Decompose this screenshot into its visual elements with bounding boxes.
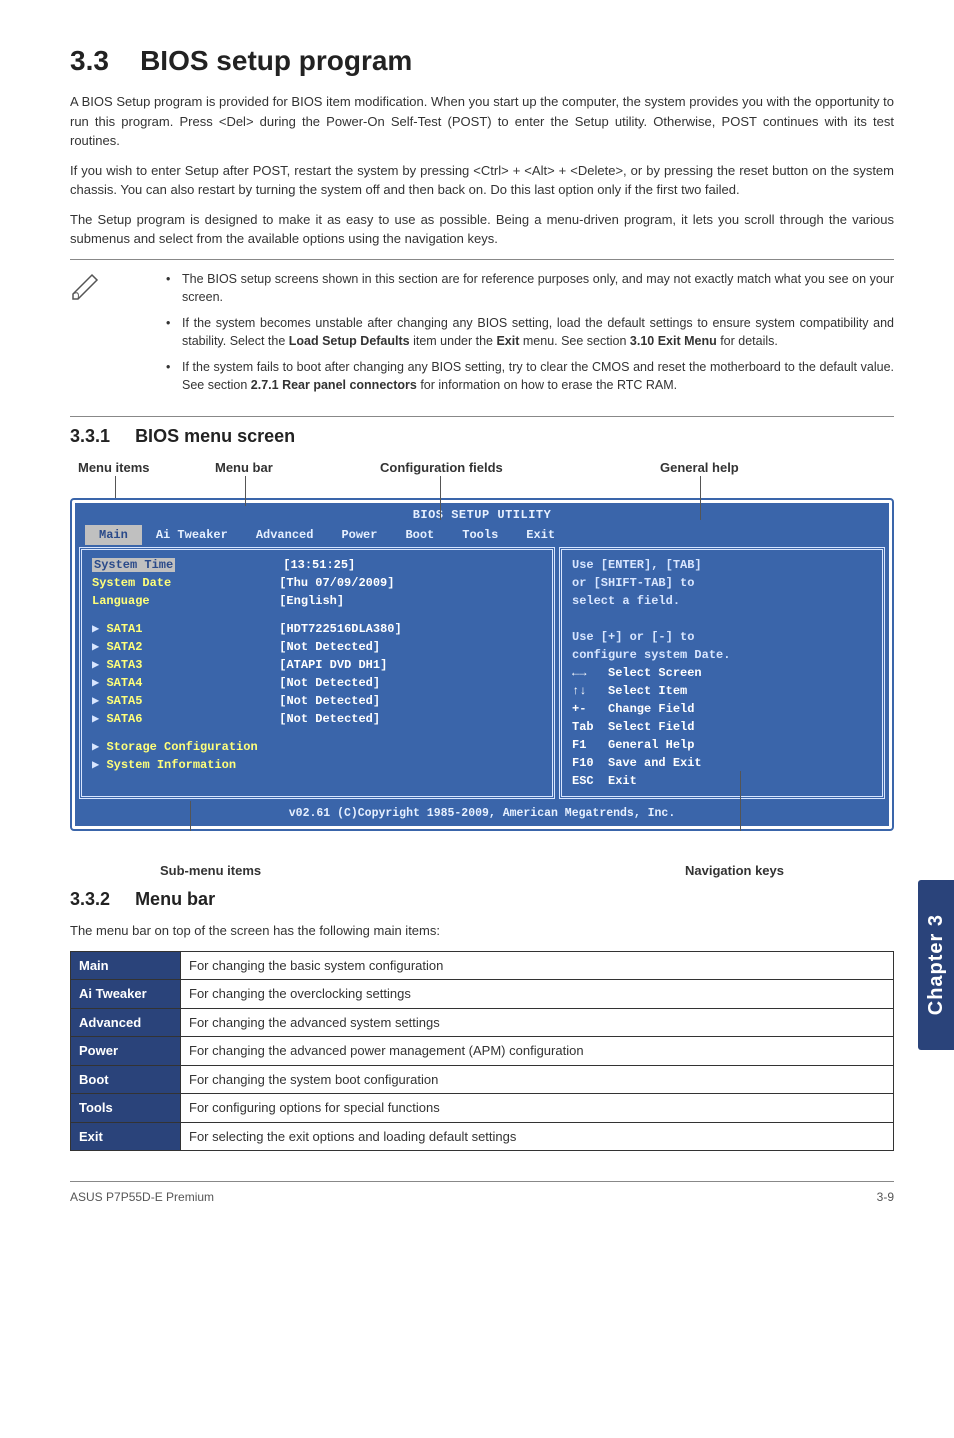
bios-item-sata3: ▶ SATA3 [ATAPI DVD DH1]: [92, 656, 542, 674]
bios-item-sata1: ▶ SATA1 [HDT722516DLA380]: [92, 620, 542, 638]
subsection-3-3-1: 3.3.1 BIOS menu screen: [70, 423, 894, 450]
bios-item-storage-configuration: ▶ Storage Configuration: [92, 738, 542, 756]
note-box: The BIOS setup screens shown in this sec…: [70, 268, 894, 403]
bios-item-system-time: System Time [13:51:25]: [92, 556, 542, 574]
bios-nav-key-line: Tab Select Field: [572, 718, 872, 736]
annot-navigation-keys: Navigation keys: [685, 861, 784, 881]
bios-menubar: Main Ai Tweaker Advanced Power Boot Tool…: [75, 525, 889, 547]
section-heading: 3.3 BIOS setup program: [70, 40, 894, 82]
table-row: Main For changing the basic system confi…: [71, 951, 894, 980]
bios-menu-power: Power: [327, 525, 391, 545]
bios-help-line: configure system Date.: [572, 646, 872, 664]
bios-nav-key-line: ←→ Select Screen: [572, 664, 872, 682]
table-desc-cell: For changing the advanced power manageme…: [181, 1037, 894, 1066]
bios-footer: v02.61 (C)Copyright 1985-2009, American …: [75, 802, 889, 825]
table-head-cell: Power: [71, 1037, 181, 1066]
bios-help-line: select a field.: [572, 592, 872, 610]
bios-nav-key-line: F1 General Help: [572, 736, 872, 754]
bios-menu-ai-tweaker: Ai Tweaker: [142, 525, 242, 545]
table-head-cell: Tools: [71, 1094, 181, 1123]
bios-right-pane: Use [ENTER], [TAB]or [SHIFT-TAB] toselec…: [559, 547, 885, 799]
table-row: Tools For configuring options for specia…: [71, 1094, 894, 1123]
table-row: Boot For changing the system boot config…: [71, 1065, 894, 1094]
bios-help-line: Use [+] or [-] to: [572, 628, 872, 646]
footer-right: 3-9: [877, 1188, 894, 1206]
bios-menu-boot: Boot: [391, 525, 448, 545]
table-desc-cell: For selecting the exit options and loadi…: [181, 1122, 894, 1151]
bios-item-language: Language [English]: [92, 592, 542, 610]
note-bullet-2: If the system becomes unstable after cha…: [160, 314, 894, 350]
annot-menu-bar: Menu bar: [215, 458, 273, 478]
paragraph-1: A BIOS Setup program is provided for BIO…: [70, 92, 894, 151]
bios-screenshot: BIOS SETUP UTILITY Main Ai Tweaker Advan…: [70, 498, 894, 830]
table-row: Advanced For changing the advanced syste…: [71, 1008, 894, 1037]
table-head-cell: Main: [71, 951, 181, 980]
bios-help-line: [572, 610, 872, 628]
section-number: 3.3: [70, 45, 109, 76]
annot-sub-menu-items: Sub-menu items: [160, 861, 261, 881]
diagram-annotations-top: Menu items Menu bar Configuration fields…: [70, 458, 894, 498]
bios-item-system-information: ▶ System Information: [92, 756, 542, 774]
pencil-note-icon: [70, 272, 110, 300]
table-row: Power For changing the advanced power ma…: [71, 1037, 894, 1066]
bios-item-sata5: ▶ SATA5 [Not Detected]: [92, 692, 542, 710]
chapter-side-tab: Chapter 3: [918, 880, 954, 1050]
menubar-table: Main For changing the basic system confi…: [70, 951, 894, 1152]
bios-menu-exit: Exit: [512, 525, 569, 545]
table-row: Ai Tweaker For changing the overclocking…: [71, 980, 894, 1009]
note-bullet-1: The BIOS setup screens shown in this sec…: [160, 270, 894, 306]
table-desc-cell: For changing the system boot configurati…: [181, 1065, 894, 1094]
annot-menu-items: Menu items: [78, 458, 150, 478]
bios-nav-key-line: ↑↓ Select Item: [572, 682, 872, 700]
bios-help-line: or [SHIFT-TAB] to: [572, 574, 872, 592]
bios-nav-key-line: F10 Save and Exit: [572, 754, 872, 772]
diagram-annotations-bottom: [70, 831, 894, 855]
bios-item-sata4: ▶ SATA4 [Not Detected]: [92, 674, 542, 692]
annot-config-fields: Configuration fields: [380, 458, 503, 478]
paragraph-2: If you wish to enter Setup after POST, r…: [70, 161, 894, 200]
table-desc-cell: For configuring options for special func…: [181, 1094, 894, 1123]
bios-menu-main: Main: [85, 525, 142, 545]
bios-menu-advanced: Advanced: [242, 525, 328, 545]
table-head-cell: Advanced: [71, 1008, 181, 1037]
table-head-cell: Boot: [71, 1065, 181, 1094]
bios-item-sata6: ▶ SATA6 [Not Detected]: [92, 710, 542, 728]
bios-title: BIOS SETUP UTILITY: [75, 503, 889, 525]
annot-general-help: General help: [660, 458, 739, 478]
table-desc-cell: For changing the advanced system setting…: [181, 1008, 894, 1037]
bios-menu-tools: Tools: [448, 525, 512, 545]
footer-left: ASUS P7P55D-E Premium: [70, 1188, 214, 1206]
table-desc-cell: For changing the basic system configurat…: [181, 951, 894, 980]
subsection-3-3-2: 3.3.2 Menu bar: [70, 886, 894, 913]
table-head-cell: Ai Tweaker: [71, 980, 181, 1009]
section-title-text: BIOS setup program: [140, 45, 412, 76]
bios-item-sata2: ▶ SATA2 [Not Detected]: [92, 638, 542, 656]
page-footer: ASUS P7P55D-E Premium 3-9: [70, 1181, 894, 1206]
table-row: Exit For selecting the exit options and …: [71, 1122, 894, 1151]
note-bullet-3: If the system fails to boot after changi…: [160, 358, 894, 394]
bios-item-system-date: System Date [Thu 07/09/2009]: [92, 574, 542, 592]
bios-left-pane: System Time [13:51:25]System Date [Thu 0…: [79, 547, 555, 799]
paragraph-3: The Setup program is designed to make it…: [70, 210, 894, 249]
bios-nav-key-line: ESC Exit: [572, 772, 872, 790]
table-head-cell: Exit: [71, 1122, 181, 1151]
bios-nav-key-line: +- Change Field: [572, 700, 872, 718]
bios-help-line: Use [ENTER], [TAB]: [572, 556, 872, 574]
table-desc-cell: For changing the overclocking settings: [181, 980, 894, 1009]
menubar-intro-text: The menu bar on top of the screen has th…: [70, 921, 894, 941]
